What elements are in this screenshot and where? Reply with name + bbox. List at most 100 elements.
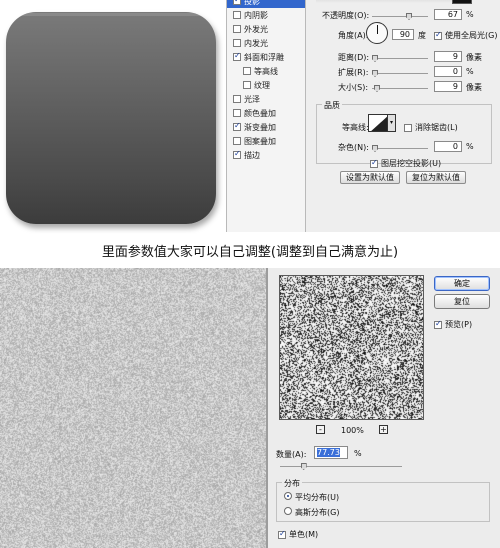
layer-style-label: 渐变叠加: [244, 122, 276, 132]
layer-style-checkbox[interactable]: [233, 11, 241, 19]
gaussian-label: 高斯分布(G): [295, 508, 340, 517]
layer-style-checkbox[interactable]: [233, 25, 241, 33]
opacity-slider-track[interactable]: [372, 16, 428, 17]
spread-slider-thumb[interactable]: [372, 70, 378, 77]
size-label: 大小(S):: [338, 83, 369, 92]
distance-slider-track[interactable]: [372, 58, 428, 59]
layer-style-item[interactable]: 描边: [227, 148, 305, 162]
contour-label: 等高线:: [342, 123, 369, 132]
layer-style-item[interactable]: 图案叠加: [227, 134, 305, 148]
layer-style-label: 投影: [244, 0, 260, 6]
zoom-out-button[interactable]: -: [316, 425, 325, 434]
amount-slider-track[interactable]: [280, 466, 402, 467]
angle-unit: 度: [418, 31, 426, 40]
layer-style-checkbox[interactable]: [233, 51, 241, 61]
contour-dropdown-chevron-icon[interactable]: ▾: [388, 114, 396, 132]
layer-style-label: 图案叠加: [244, 136, 276, 146]
opacity-input[interactable]: 67: [434, 9, 462, 20]
layer-style-label: 光泽: [244, 94, 260, 104]
monochromatic-check-icon: [278, 529, 286, 539]
canvas-preview: [0, 0, 226, 232]
layer-style-item[interactable]: 内阴影: [227, 8, 305, 22]
amount-unit: %: [354, 449, 362, 458]
layer-style-checkbox[interactable]: [233, 121, 241, 131]
opacity-slider-thumb[interactable]: [406, 13, 412, 20]
amount-input[interactable]: 77.73: [314, 446, 348, 459]
amount-label: 数量(A):: [276, 450, 307, 459]
layer-style-item[interactable]: 光泽: [227, 92, 305, 106]
layer-style-checkbox[interactable]: [233, 137, 241, 145]
knockout-check-icon: [370, 158, 378, 168]
distance-label: 距离(D):: [338, 53, 370, 62]
spread-label: 扩展(R):: [338, 68, 369, 77]
size-slider-track[interactable]: [372, 88, 428, 89]
angle-label: 角度(A):: [338, 31, 369, 40]
global-light-label: 使用全局光(G): [445, 31, 498, 40]
layer-style-label: 纹理: [254, 80, 270, 90]
layer-style-item[interactable]: 内发光: [227, 36, 305, 50]
contour-curve-icon: [371, 116, 387, 131]
monochromatic-checkbox[interactable]: 单色(M): [278, 529, 318, 540]
angle-input[interactable]: 90: [392, 29, 414, 40]
quality-group: [316, 104, 492, 164]
layer-style-item[interactable]: 渐变叠加: [227, 120, 305, 134]
size-slider-thumb[interactable]: [374, 85, 380, 92]
knockout-label: 图层挖空投影(U): [381, 159, 442, 168]
spread-input[interactable]: 0: [434, 66, 462, 77]
layer-style-checkbox[interactable]: [233, 149, 241, 159]
layer-style-checkbox[interactable]: [233, 95, 241, 103]
contour-picker[interactable]: [368, 114, 388, 132]
blend-mode-row-cut: [316, 0, 456, 3]
uniform-radio[interactable]: [284, 492, 292, 500]
gaussian-radio[interactable]: [284, 507, 292, 515]
layer-style-screenshot: 投影内阴影外发光内发光斜面和浮雕等高线纹理光泽颜色叠加渐变叠加图案叠加描边 不透…: [0, 0, 500, 232]
angle-dial[interactable]: [366, 22, 388, 44]
noise-unit: %: [466, 142, 474, 151]
noise-texture-canvas: [0, 268, 266, 548]
preview-check-icon: [434, 319, 442, 329]
amount-input-selected-text: 77.73: [317, 448, 340, 457]
noise-slider-track[interactable]: [372, 148, 428, 149]
layer-style-checkbox[interactable]: [233, 109, 241, 117]
noise-input[interactable]: 0: [434, 141, 462, 152]
set-default-button[interactable]: 设置为默认值: [340, 171, 400, 184]
knockout-checkbox[interactable]: 图层挖空投影(U): [370, 158, 441, 169]
layer-style-item[interactable]: 外发光: [227, 22, 305, 36]
layer-style-checkbox[interactable]: [243, 67, 251, 75]
spread-slider-track[interactable]: [372, 73, 428, 74]
reset-default-button[interactable]: 复位为默认值: [406, 171, 466, 184]
preview-checkbox[interactable]: 预览(P): [434, 319, 472, 330]
distribution-title: 分布: [282, 478, 302, 489]
shadow-color-swatch[interactable]: [452, 0, 472, 4]
layer-style-checkbox[interactable]: [243, 81, 251, 89]
distance-input[interactable]: 9: [434, 51, 462, 62]
global-light-checkbox[interactable]: 使用全局光(G): [434, 30, 497, 41]
layer-style-item[interactable]: 颜色叠加: [227, 106, 305, 120]
reset-button[interactable]: 复位: [434, 294, 490, 309]
amount-slider-thumb[interactable]: [300, 463, 307, 470]
monochromatic-label: 单色(M): [289, 530, 319, 539]
layer-style-item[interactable]: 纹理: [227, 78, 305, 92]
layer-style-checkbox[interactable]: [233, 0, 241, 5]
distance-slider-thumb[interactable]: [372, 55, 378, 62]
antialias-label: 消除锯齿(L): [415, 123, 458, 132]
layer-style-item[interactable]: 等高线: [227, 64, 305, 78]
layer-style-label: 内发光: [244, 38, 268, 48]
spread-unit: %: [466, 67, 474, 76]
layer-style-item[interactable]: 斜面和浮雕: [227, 50, 305, 64]
antialias-check-icon: [404, 123, 412, 132]
zoom-level: 100%: [341, 426, 364, 435]
size-input[interactable]: 9: [434, 81, 462, 92]
ok-button[interactable]: 确定: [434, 276, 490, 291]
angle-dial-needle: [377, 25, 378, 34]
noise-label: 杂色(N):: [338, 143, 369, 152]
antialias-checkbox[interactable]: 消除锯齿(L): [404, 122, 458, 133]
quality-title: 品质: [322, 100, 342, 111]
preview-label: 预览(P): [445, 320, 473, 329]
layer-style-checkbox[interactable]: [233, 39, 241, 47]
layer-style-item[interactable]: 投影: [227, 0, 305, 8]
zoom-in-button[interactable]: +: [379, 425, 388, 434]
noise-preview-image[interactable]: [279, 275, 424, 420]
layer-style-label: 等高线: [254, 66, 278, 76]
layer-style-label: 描边: [244, 150, 260, 160]
